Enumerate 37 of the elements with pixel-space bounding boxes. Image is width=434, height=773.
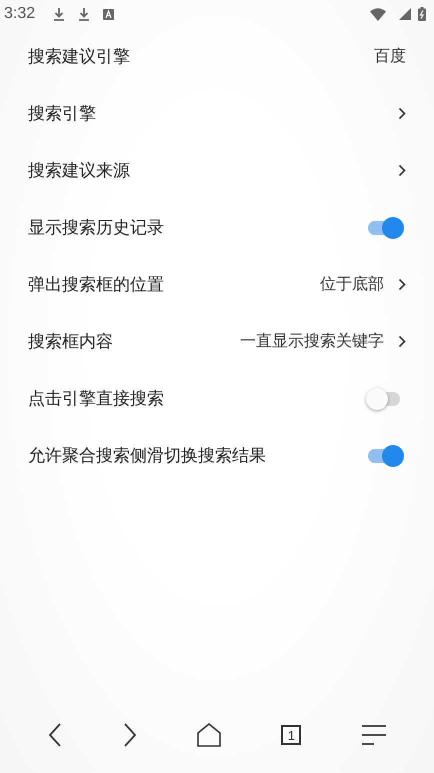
setting-label: 允许聚合搜索侧滑切换搜索结果 xyxy=(28,445,267,467)
chevron-right-icon xyxy=(398,107,406,120)
setting-label: 搜索建议来源 xyxy=(28,160,131,182)
settings-row[interactable]: 搜索框内容 一直显示搜索关键字 xyxy=(0,313,434,370)
toggle-switch[interactable] xyxy=(366,444,406,468)
settings-row[interactable]: 允许聚合搜索侧滑切换搜索结果 xyxy=(0,427,434,484)
settings-row[interactable]: 弹出搜索框的位置 位于底部 xyxy=(0,256,434,313)
chevron-right-icon xyxy=(398,278,406,291)
settings-row[interactable]: 显示搜索历史记录 xyxy=(0,199,434,256)
setting-label: 点击引擎直接搜索 xyxy=(28,388,165,410)
menu-icon[interactable] xyxy=(362,724,386,746)
chevron-right-icon xyxy=(398,164,406,177)
battery-icon xyxy=(418,7,426,21)
signal-icon xyxy=(399,8,411,20)
forward-icon[interactable] xyxy=(122,723,137,747)
settings-row[interactable]: 搜索引擎 xyxy=(0,85,434,142)
settings-row[interactable]: 点击引擎直接搜索 xyxy=(0,370,434,427)
chevron-right-icon xyxy=(398,335,406,348)
setting-value: 位于底部 xyxy=(320,274,384,295)
setting-label: 搜索引擎 xyxy=(28,103,97,125)
back-icon[interactable] xyxy=(48,723,62,747)
setting-value: 百度 xyxy=(374,46,406,67)
setting-label: 搜索框内容 xyxy=(28,331,114,353)
download-icon xyxy=(78,7,90,21)
download-icon xyxy=(53,7,66,21)
setting-label: 搜索建议引擎 xyxy=(28,46,131,68)
tab-count-button[interactable]: 1 xyxy=(281,725,302,745)
setting-label: 显示搜索历史记录 xyxy=(28,217,165,239)
home-icon[interactable] xyxy=(196,723,221,747)
settings-row[interactable]: 搜索建议来源 xyxy=(0,142,434,199)
notification-icon xyxy=(103,8,114,20)
setting-label: 弹出搜索框的位置 xyxy=(28,274,165,296)
settings-row[interactable]: 搜索建议引擎 百度 xyxy=(0,28,434,85)
setting-value: 一直显示搜索关键字 xyxy=(240,331,384,352)
wifi-icon xyxy=(370,8,386,20)
status-time: 3:32 xyxy=(4,5,36,23)
toggle-switch[interactable] xyxy=(366,216,406,240)
